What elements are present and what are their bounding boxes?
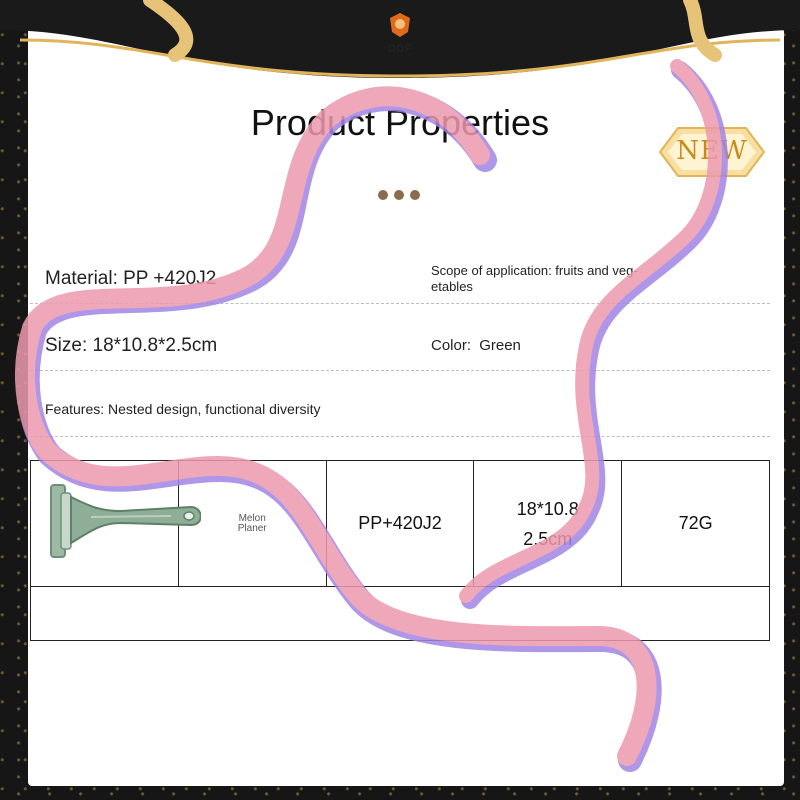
features-property: Features: Nested design, functional dive… [45,401,321,417]
color-value: Green [479,337,521,354]
scope-line: Scope of application: fruits and veg- [431,263,638,278]
product-image-cell [30,460,202,587]
size-line: 2.5cm [523,528,573,549]
crest-icon [390,13,410,37]
title-ornament-dots [378,190,424,202]
ornament-dot [394,190,404,200]
weight-cell: 72G [621,460,770,587]
color-label: Color: [431,337,472,354]
divider [30,436,770,437]
peeler-product-image [50,484,202,558]
empty-cell [30,586,770,641]
table-row [30,586,770,641]
material-cell: PP+420J2 [325,460,475,587]
ornament-dot [410,190,420,200]
new-badge-label: NEW [676,136,748,166]
new-badge: NEW [656,122,768,182]
brand-name: DDF [387,43,413,55]
material-property: Material: PP +420J2 [45,268,217,289]
divider [30,370,770,371]
color-property: Color: Green [431,337,521,354]
scope-line: etables [431,279,473,294]
ornament-dot [378,190,388,200]
divider [30,303,770,304]
size-cell: 18*10.8 2.5cm [473,460,623,587]
table-row: Melon Planer PP+420J2 18*10.8 2.5cm 72G [30,460,770,587]
size-line: 18*10.8 [516,498,579,519]
spec-table: Melon Planer PP+420J2 18*10.8 2.5cm 72G [30,460,770,641]
size-property: Size: 18*10.8*2.5cm [45,335,218,356]
brand-logo: DDF [372,12,428,55]
scope-property: Scope of application: fruits and veg- et… [431,263,638,295]
